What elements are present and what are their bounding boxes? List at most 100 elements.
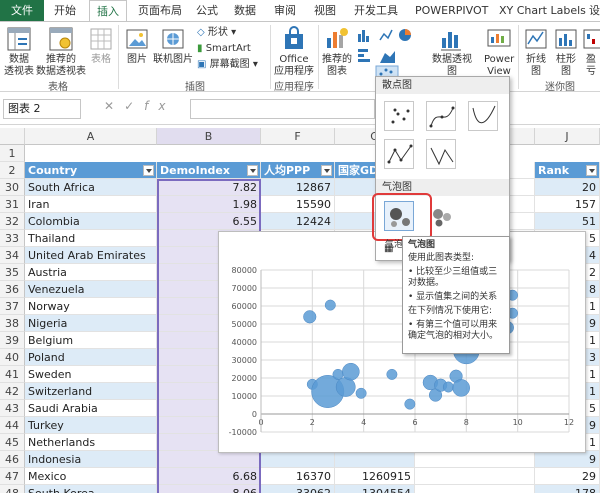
grid-cell[interactable]: 33062 [261,485,335,493]
grid-cell[interactable]: Colombia [25,213,157,230]
screenshot-button[interactable]: ▣ 屏幕截图 ▾ [197,59,258,71]
tab-insert[interactable]: 插入 [89,0,127,22]
tab-design[interactable]: 设 [589,0,600,21]
grid-cell[interactable]: Indonesia [25,451,157,468]
grid-cell[interactable]: 51 [535,213,600,230]
row-header[interactable]: 33 [0,230,25,247]
row-header[interactable]: 38 [0,315,25,332]
grid-cell[interactable]: Iran [25,196,157,213]
tab-page-layout[interactable]: 页面布局 [138,0,182,21]
column-chart-icon[interactable] [358,30,369,42]
name-box[interactable]: 图表 2 [3,99,81,119]
pivot-table-button[interactable]: 数据 透视表 [2,26,36,78]
grid-cell[interactable]: Netherlands [25,434,157,451]
picture-button[interactable]: 图片 [124,26,150,66]
grid-cell[interactable]: 12867 [261,179,335,196]
grid-cell[interactable]: Venezuela [25,281,157,298]
column-header-b[interactable]: B [157,128,261,145]
grid-cell[interactable]: South Korea [25,485,157,493]
pie-chart-icon[interactable] [399,29,411,41]
grid-cell[interactable]: Mexico [25,468,157,485]
row-header[interactable]: 1 [0,145,25,162]
scatter-straight-lines-markers[interactable] [384,139,414,169]
column-header-j[interactable]: J [535,128,600,145]
sparkline-line-button[interactable]: 折线图 [522,26,550,78]
bar-chart-icon[interactable] [358,49,370,62]
filter-dropdown-icon[interactable] [321,165,332,176]
filter-dropdown-icon[interactable] [586,165,597,176]
grid-cell[interactable]: 1.98 [157,196,261,213]
row-header[interactable]: 32 [0,213,25,230]
tab-formulas[interactable]: 公式 [196,0,218,21]
tab-powerpivot[interactable]: POWERPIVOT [415,0,488,21]
tab-view[interactable]: 视图 [314,0,336,21]
row-header[interactable]: 2 [0,162,25,179]
row-header[interactable]: 46 [0,451,25,468]
grid-cell[interactable]: 8.06 [157,485,261,493]
table-header-cell[interactable]: 人均PPP [261,162,335,179]
online-picture-button[interactable]: 联机图片 [152,26,194,66]
tab-home[interactable]: 开始 [54,0,76,21]
recommended-pivot-button[interactable]: 推荐的 数据透视表 [36,26,86,78]
row-header[interactable]: 43 [0,400,25,417]
row-header[interactable]: 39 [0,332,25,349]
scatter-straight-lines[interactable] [426,139,456,169]
grid-cell[interactable]: 12424 [261,213,335,230]
recommended-charts-button[interactable]: 推荐的 图表 [320,26,354,78]
row-header[interactable]: 41 [0,366,25,383]
grid-cell[interactable]: 15590 [261,196,335,213]
column-header-f[interactable]: F [261,128,335,145]
row-header[interactable]: 35 [0,264,25,281]
grid-cell[interactable]: South Africa [25,179,157,196]
table-header-cell[interactable]: DemoIndex [157,162,261,179]
grid-cell[interactable]: Saudi Arabia [25,400,157,417]
grid-cell[interactable]: Norway [25,298,157,315]
pivot-chart-button[interactable]: 数据透视图 [428,26,476,78]
row-header[interactable]: 48 [0,485,25,493]
row-header[interactable]: 40 [0,349,25,366]
grid-cell[interactable]: 7.82 [157,179,261,196]
area-chart-icon[interactable] [380,51,395,63]
smartart-button[interactable]: ▮ SmartArt [197,43,251,55]
filter-dropdown-icon[interactable] [143,165,154,176]
filter-dropdown-icon[interactable] [247,165,258,176]
grid-cell[interactable]: 20 [535,179,600,196]
grid-cell[interactable]: Belgium [25,332,157,349]
formula-input[interactable] [190,99,375,119]
grid-cell[interactable]: 1304554 [335,485,415,493]
tab-xy-chart-labels[interactable]: XY Chart Labels [499,0,586,21]
grid-cell[interactable]: Thailand [25,230,157,247]
grid-cell[interactable]: 6.55 [157,213,261,230]
scatter-markers-only[interactable] [384,101,414,131]
grid-cell[interactable]: Nigeria [25,315,157,332]
grid-cell[interactable]: United Arab Emirates [25,247,157,264]
tab-developer[interactable]: 开发工具 [354,0,398,21]
sparkline-column-button[interactable]: 柱形图 [552,26,580,78]
row-header[interactable]: 42 [0,383,25,400]
row-header[interactable]: 30 [0,179,25,196]
fx-icon[interactable]: fx [144,99,175,113]
grid-cell[interactable]: Austria [25,264,157,281]
column-header-a[interactable]: A [25,128,157,145]
grid-cell[interactable] [415,485,535,493]
cancel-icon[interactable]: ✕ [104,99,124,113]
grid-cell[interactable]: 157 [535,196,600,213]
power-view-button[interactable]: Power View [484,26,514,78]
enter-icon[interactable]: ✓ [124,99,144,113]
scatter-smooth-lines-markers[interactable] [426,101,456,131]
row-header[interactable]: 45 [0,434,25,451]
tab-review[interactable]: 审阅 [274,0,296,21]
grid-cell[interactable]: 6.68 [157,468,261,485]
chart-type-buttons[interactable] [356,26,420,78]
row-header[interactable]: 44 [0,417,25,434]
tab-file[interactable]: 文件 [0,0,44,21]
grid-cell[interactable]: 1260915 [335,468,415,485]
grid-cell[interactable]: Poland [25,349,157,366]
grid-cell[interactable]: 29 [535,468,600,485]
table-button[interactable]: 表格 [88,26,114,66]
sparkline-winloss-button[interactable]: 盈亏 [582,26,600,78]
office-apps-button[interactable]: Office 应用程序 [272,26,316,78]
grid-cell[interactable]: 16370 [261,468,335,485]
row-header[interactable]: 36 [0,281,25,298]
select-all-corner[interactable] [0,128,25,145]
